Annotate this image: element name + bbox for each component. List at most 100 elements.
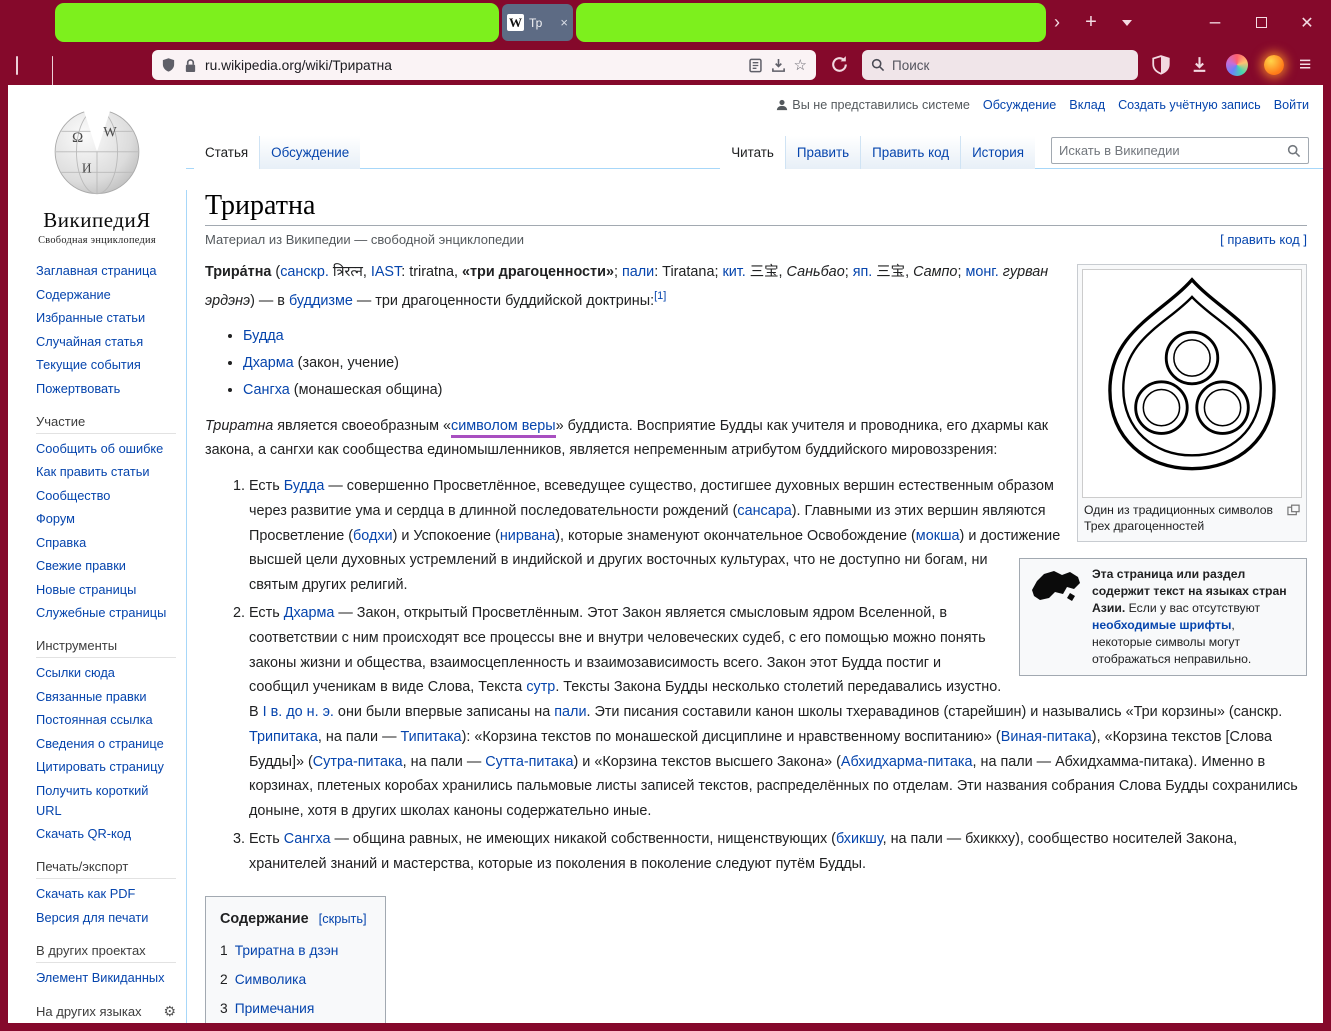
inline-link[interactable]: сансара [737,503,791,519]
wiki-search-icon[interactable] [1287,144,1301,158]
sidebar-link[interactable]: Сообщить об ошибке [36,441,163,456]
inline-link[interactable]: Типитака [400,729,461,745]
sidebar-item: Элемент Викиданных [36,968,176,988]
sidebar-link[interactable]: Справка [36,535,86,550]
sidebar-link[interactable]: Случайная статья [36,334,143,349]
sidebar-link[interactable]: Цитировать страницу [36,759,164,774]
sidebar-link[interactable]: Связанные правки [36,689,147,704]
edit-source-link[interactable]: [ править код ] [1220,232,1307,247]
inline-link[interactable]: Сангха [243,382,290,398]
bookmark-star-icon[interactable]: ☆ [794,58,807,73]
inline-link[interactable]: Абхидхарма-питака [841,754,973,770]
firefox-view-icon[interactable] [16,56,18,75]
tab-discussion[interactable]: Обсуждение [259,136,361,169]
sidebar-link[interactable]: Служебные страницы [36,605,166,620]
browser-tab[interactable]: W Тр × [502,4,573,41]
inline-link[interactable]: яп. [853,264,873,280]
sidebar-link[interactable]: Постоянная ссылка [36,712,153,727]
sidebar-link[interactable]: Текущие события [36,357,141,372]
save-page-icon[interactable] [771,58,786,73]
footnote-ref[interactable]: [1] [654,290,666,302]
shield-icon[interactable] [161,57,176,73]
sidebar-link[interactable]: Ссылки сюда [36,665,115,680]
inline-link[interactable]: Сангха [284,831,331,847]
tab-read[interactable]: Читать [720,136,785,169]
browser-search-bar[interactable] [862,50,1138,80]
tab-article[interactable]: Статья [194,136,260,169]
inline-link[interactable]: Будда [243,328,284,344]
sidebar-link[interactable]: Свежие правки [36,558,126,573]
sidebar-link[interactable]: Форум [36,511,75,526]
wiki-search-box[interactable] [1051,137,1309,164]
sidebar-link[interactable]: Скачать как PDF [36,886,135,901]
fox-icon[interactable] [1264,55,1284,75]
downloads-icon[interactable] [1190,55,1209,79]
inline-link[interactable]: нирвана [500,528,555,544]
new-tab-icon[interactable]: + [1076,0,1106,45]
inline-link[interactable]: Будда [284,478,325,494]
sidebar-link[interactable]: Избранные статьи [36,310,145,325]
minimize-button[interactable]: – [1192,0,1238,45]
menu-icon[interactable]: ≡ [1299,54,1311,75]
inline-link[interactable]: сутр [526,679,555,695]
browser-navbar: ru.wikipedia.org/wiki/Триратна ☆ ≡ [0,45,1331,93]
sidebar-link[interactable]: Пожертвовать [36,381,120,396]
inline-link[interactable]: символом веры [451,417,556,438]
inline-link[interactable]: Дхарма [243,355,294,371]
tab-history[interactable]: История [960,136,1035,169]
inline-link[interactable]: монг. [965,264,998,280]
sidebar-link[interactable]: Скачать QR-код [36,826,131,841]
inline-link[interactable]: бодхи [353,528,393,544]
inline-link[interactable]: мокша [916,528,960,544]
text-run: ) — в [250,292,289,309]
toc-link[interactable]: Символика [235,972,306,987]
inline-link[interactable]: Сутта-питака [485,754,573,770]
toc-toggle[interactable]: [скрыть] [319,911,367,926]
sidebar-link[interactable]: Элемент Викиданных [36,970,165,985]
sidebar-link[interactable]: Получить короткий URL [36,783,148,818]
inline-link[interactable]: санскр. [280,264,329,280]
tab-edit-source[interactable]: Править код [860,136,961,169]
maximize-button[interactable] [1238,0,1284,45]
lock-icon[interactable] [184,58,197,73]
toc-link[interactable]: Триратна в дзэн [235,943,339,958]
wiki-search-input[interactable] [1059,143,1287,158]
triratna-image[interactable] [1082,269,1302,498]
gear-icon[interactable]: ⚙ [163,1003,176,1020]
url-text[interactable]: ru.wikipedia.org/wiki/Триратна [205,58,740,73]
sidebar-item: Сведения о странице [36,734,176,754]
inline-link[interactable]: пали [622,264,654,280]
reader-mode-icon[interactable] [748,58,763,73]
account-avatar[interactable] [1226,54,1248,76]
tab-close-icon[interactable]: × [560,15,568,30]
inline-link[interactable]: буддизме [289,293,353,309]
address-bar[interactable]: ru.wikipedia.org/wiki/Триратна ☆ [152,50,816,80]
inline-link[interactable]: Виная-питака [1001,729,1092,745]
tab-edit[interactable]: Править [784,136,861,169]
reload-icon[interactable] [829,54,850,80]
inline-link[interactable]: пали [554,704,586,720]
close-button[interactable]: ✕ [1284,0,1330,45]
sidebar-link[interactable]: Сообщество [36,488,110,503]
sidebar-link[interactable]: Новые страницы [36,582,136,597]
inline-link[interactable]: Трипитака [249,729,318,745]
browser-search-input[interactable] [892,57,1129,73]
toc-link[interactable]: Примечания [235,1001,315,1016]
tab-list-icon[interactable] [1112,0,1142,45]
inline-link[interactable]: необходимые шрифты [1092,618,1231,632]
inline-link[interactable]: бхикшу [836,831,883,847]
inline-link[interactable]: I в. до н. э. [263,704,334,720]
sidebar-link[interactable]: Как править статьи [36,464,150,479]
sidebar-link[interactable]: Заглавная страница [36,263,156,278]
inline-link[interactable]: кит. [722,264,745,280]
sidebar-link[interactable]: Версия для печати [36,910,148,925]
inline-link[interactable]: Сутра-питака [313,754,403,770]
sidebar-link[interactable]: Сведения о странице [36,736,164,751]
inline-link[interactable]: IAST [371,264,401,280]
inline-link[interactable]: Дхарма [284,605,335,621]
wikipedia-logo[interactable]: Ω W И ВикипедиЯ Свободная энциклопедия [8,101,186,246]
magnify-icon[interactable] [1287,504,1300,520]
scroll-tabs-chevron-icon[interactable]: › [1042,0,1072,45]
extensions-shield-icon[interactable] [1152,55,1170,80]
sidebar-link[interactable]: Содержание [36,287,111,302]
